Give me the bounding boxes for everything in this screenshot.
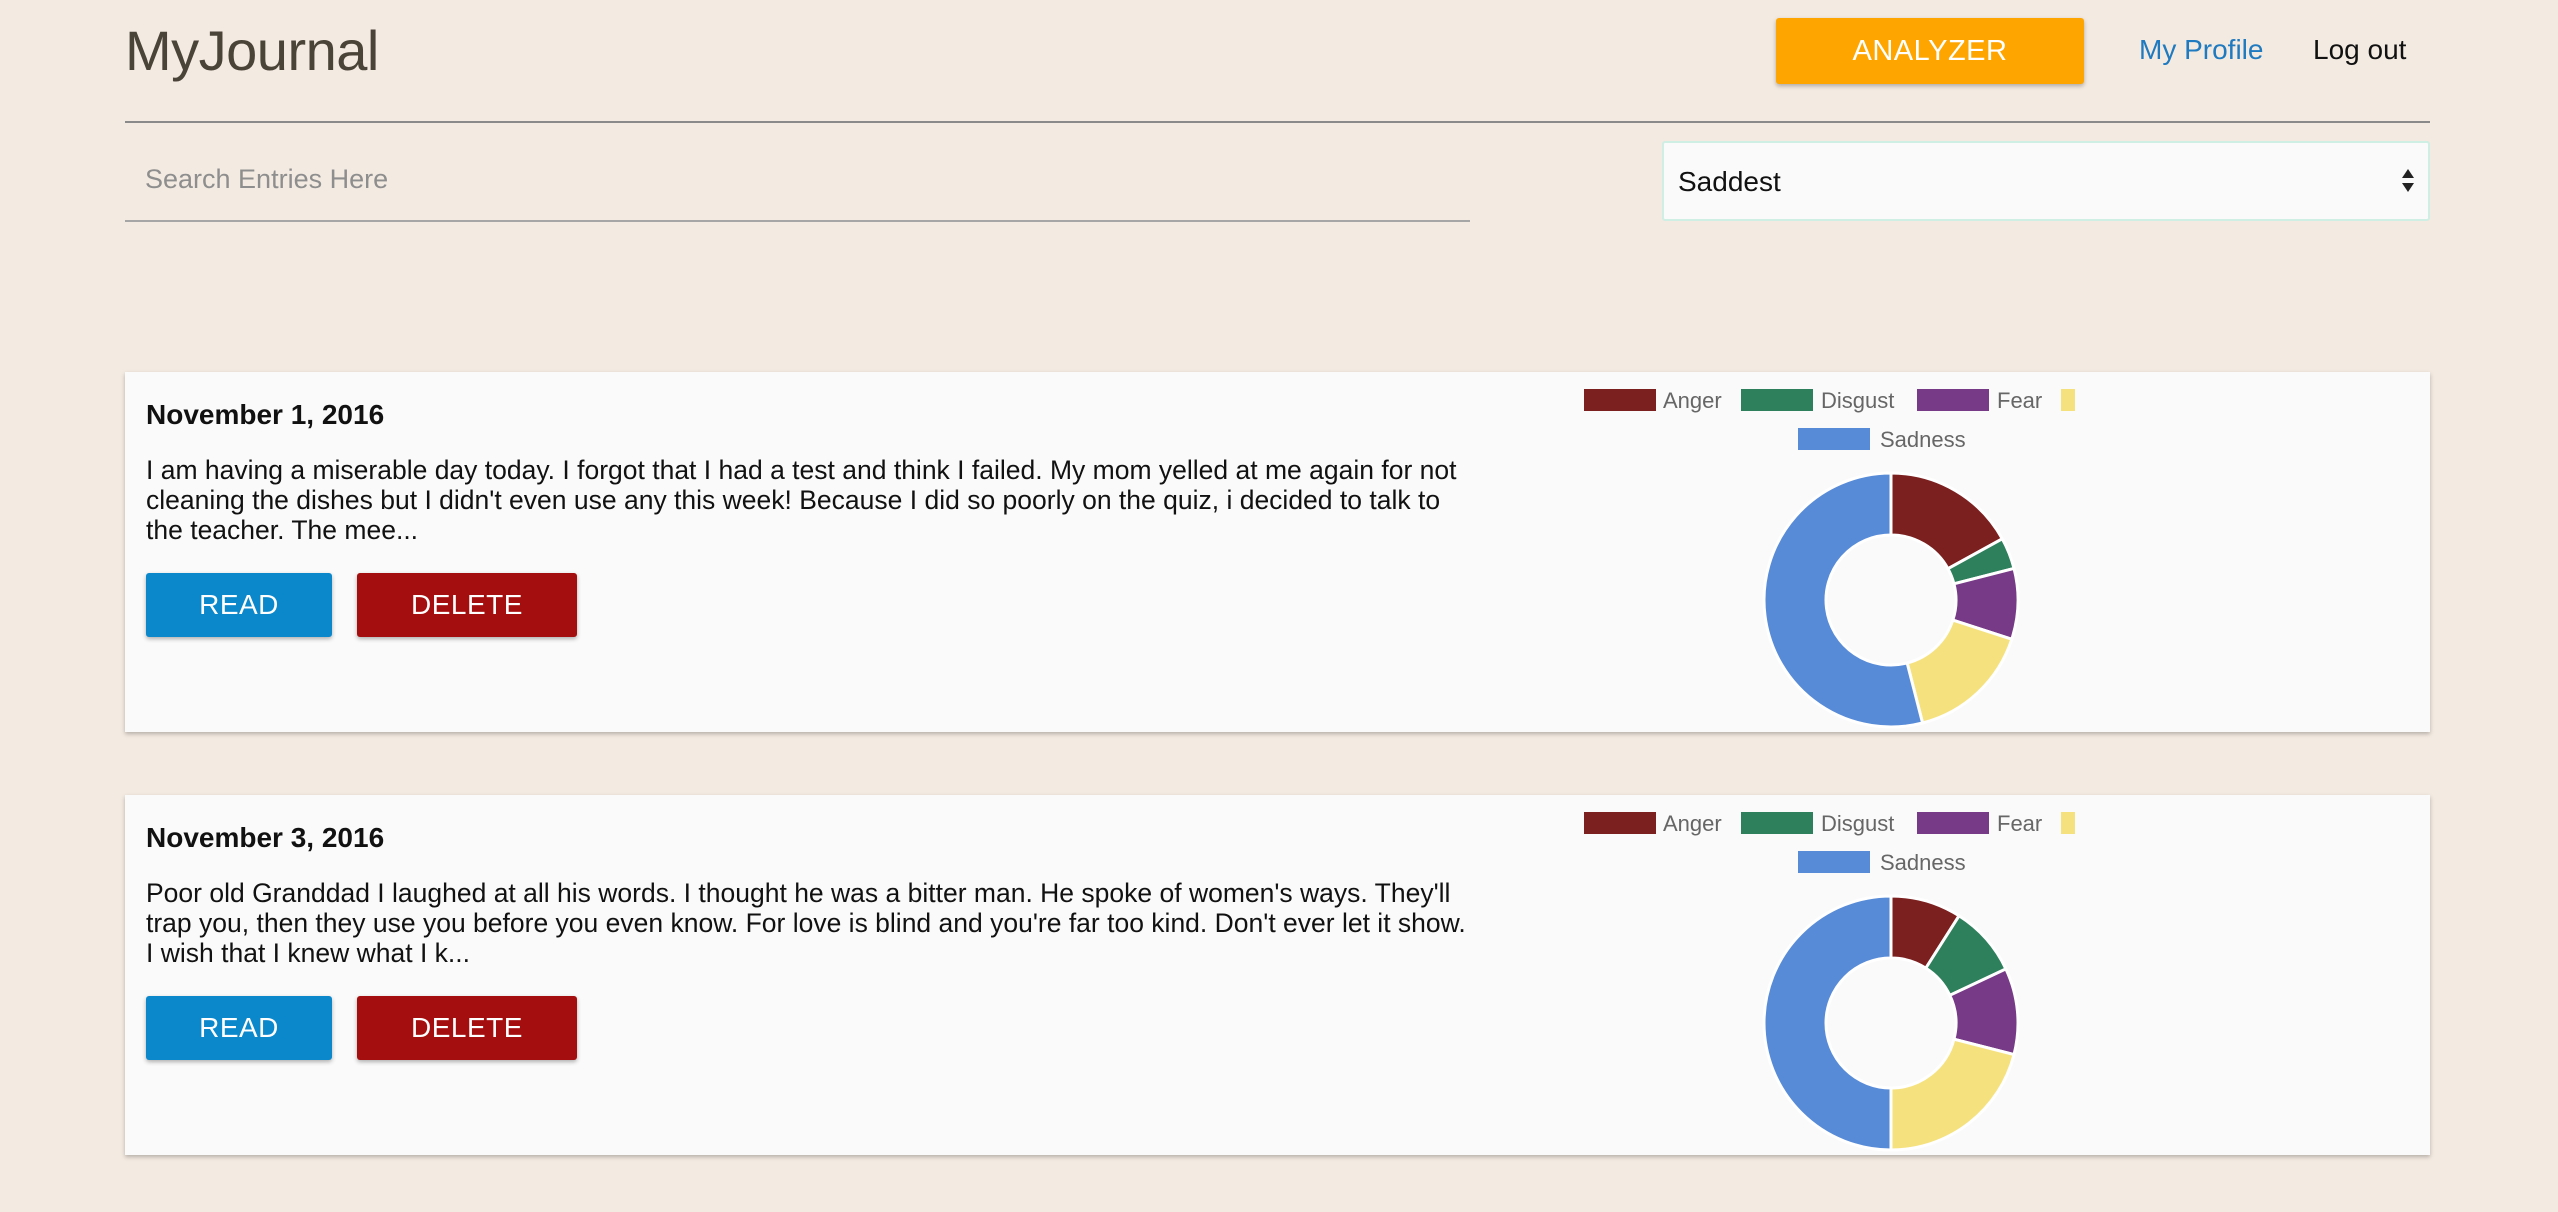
my-profile-link[interactable]: My Profile [2139,34,2263,66]
legend-label-disgust: Disgust [1821,811,1894,836]
legend-label-fear: Fear [1997,388,2042,413]
legend-swatch-fear [1917,389,1989,411]
legend-swatch-joy [2061,812,2075,834]
header-divider [125,121,2430,123]
legend-label-sadness: Sadness [1880,850,1966,875]
app-title: MyJournal [125,19,379,82]
analyzer-button[interactable]: ANALYZER [1776,18,2084,84]
donut-slice-sadness [1762,894,1893,1152]
search-field [125,142,1470,222]
search-input[interactable] [125,142,1470,216]
legend-swatch-disgust [1741,812,1813,834]
legend-swatch-joy [2061,389,2075,411]
entry-excerpt: I am having a miserable day today. I for… [146,455,1457,545]
legend-label-anger: Anger [1663,811,1722,836]
entry-card: November 3, 2016 Poor old Granddad I lau… [125,795,2430,1155]
sort-selected-value: Saddest [1678,166,1781,197]
emotion-donut-chart: AngerDisgustFearJoySadness [1584,811,2075,1152]
legend-label-sadness: Sadness [1880,427,1966,452]
entry-card: November 1, 2016 I am having a miserable… [125,372,2430,732]
select-arrows-icon [2400,165,2416,199]
read-button[interactable]: READ [146,996,332,1060]
sort-select[interactable]: Saddest [1662,141,2430,221]
emotion-donut-chart: AngerDisgustFearJoySadness [1584,388,2075,729]
legend-swatch-anger [1584,812,1656,834]
entry-date: November 3, 2016 [146,822,385,853]
read-button[interactable]: READ [146,573,332,637]
entry-excerpt: Poor old Granddad I laughed at all his w… [146,878,1466,968]
delete-button[interactable]: DELETE [357,573,577,637]
legend-swatch-anger [1584,389,1656,411]
legend-swatch-sadness [1798,428,1870,450]
legend-swatch-sadness [1798,851,1870,873]
donut-slice-joy [1889,1037,2016,1152]
entry-date: November 1, 2016 [146,399,385,430]
legend-label-fear: Fear [1997,811,2042,836]
legend-label-anger: Anger [1663,388,1722,413]
delete-button[interactable]: DELETE [357,996,577,1060]
legend-swatch-disgust [1741,389,1813,411]
legend-swatch-fear [1917,812,1989,834]
legend-label-disgust: Disgust [1821,388,1894,413]
donut-slice-joy [1905,618,2014,725]
logout-link[interactable]: Log out [2313,34,2406,66]
